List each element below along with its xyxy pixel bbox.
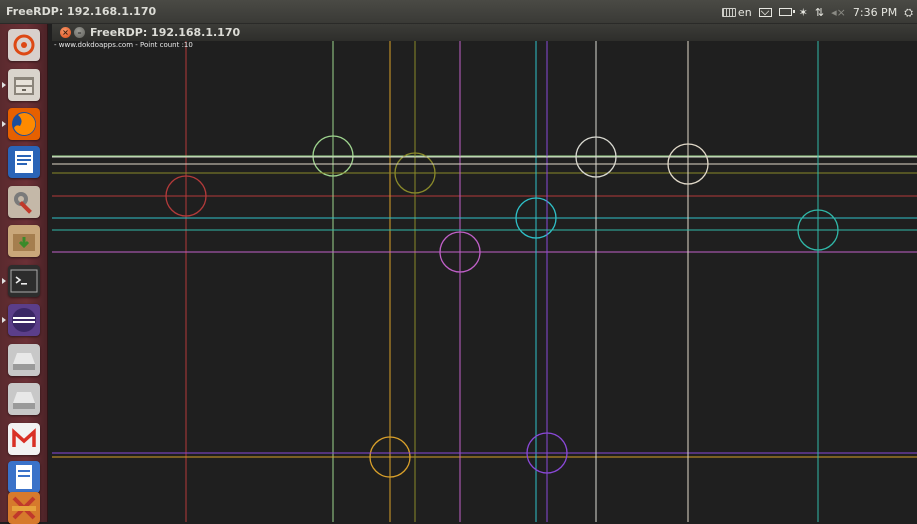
keyboard-indicator[interactable]: en	[721, 5, 752, 19]
top-panel: FreeRDP: 192.168.1.170 en ✶ ⇅ ◂× 7:36 PM…	[0, 0, 917, 24]
launcher	[0, 24, 48, 524]
panel-window-title: FreeRDP: 192.168.1.170	[6, 5, 157, 18]
messaging-indicator[interactable]	[758, 7, 772, 17]
close-button[interactable]: ×	[60, 27, 71, 38]
firefox-icon[interactable]	[8, 108, 40, 140]
file-manager-icon[interactable]	[8, 69, 40, 101]
freerdp-window: × – FreeRDP: 192.168.1.170 - www.dokdoap…	[52, 24, 917, 522]
battery-indicator[interactable]	[778, 8, 795, 16]
point-count-label: - www.dokdoapps.com - Point count :10	[54, 41, 193, 49]
touch-point-7	[52, 24, 917, 522]
error-app-icon[interactable]	[8, 492, 40, 524]
indicator-area: en ✶ ⇅ ◂× 7:36 PM ⛭	[721, 0, 913, 24]
terminal-icon[interactable]	[8, 265, 40, 297]
running-indicator	[2, 82, 6, 88]
writer-document-icon[interactable]	[8, 146, 40, 178]
system-settings-icon[interactable]	[8, 186, 40, 218]
session-menu-icon[interactable]: ⛭	[904, 7, 913, 18]
keyboard-icon	[721, 7, 736, 17]
clock[interactable]: 7:36 PM	[853, 6, 897, 19]
bluetooth-icon[interactable]: ✶	[799, 7, 808, 18]
volume-muted-icon[interactable]: ◂×	[831, 7, 846, 18]
network-icon[interactable]: ⇅	[815, 7, 824, 18]
touch-point-6	[52, 24, 917, 522]
window-title: FreeRDP: 192.168.1.170	[90, 26, 241, 39]
touch-point-10	[52, 24, 917, 522]
battery-icon	[778, 8, 795, 16]
minimize-button[interactable]: –	[74, 27, 85, 38]
keyboard-layout-label: en	[737, 5, 752, 19]
gmail-icon[interactable]	[8, 423, 40, 455]
touch-point-4	[52, 24, 917, 522]
drive-icon[interactable]	[8, 383, 40, 415]
window-titlebar[interactable]: × – FreeRDP: 192.168.1.170	[52, 24, 917, 41]
eclipse-icon[interactable]	[8, 304, 40, 336]
touch-point-2	[52, 24, 917, 522]
touch-point-1	[52, 24, 917, 522]
drive-icon[interactable]	[8, 344, 40, 376]
archive-install-icon[interactable]	[8, 225, 40, 257]
touch-point-9	[52, 24, 917, 522]
touch-point-3	[52, 24, 917, 522]
touch-point-5	[52, 24, 917, 522]
text-document-icon[interactable]	[8, 461, 40, 493]
point-canvas[interactable]	[52, 24, 917, 522]
mail-icon	[758, 7, 772, 17]
running-indicator	[2, 278, 6, 284]
running-indicator	[2, 121, 6, 127]
running-indicator	[2, 317, 6, 323]
dash-home-icon[interactable]	[8, 29, 40, 61]
touch-point-8	[52, 24, 917, 522]
